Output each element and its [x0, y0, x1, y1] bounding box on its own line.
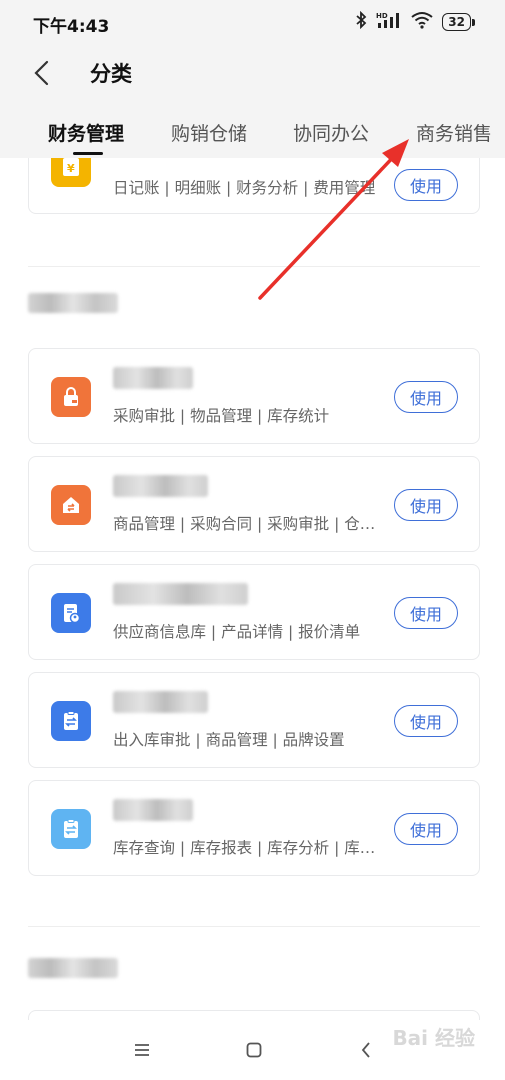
app-title	[113, 691, 208, 713]
app-list[interactable]: ¥ 日记账 | 明细账 | 财务分析 | 费用管理 使用 采购审批 | 物品管理…	[0, 158, 505, 1020]
app-title	[113, 583, 248, 605]
chevron-left-icon	[34, 60, 49, 86]
battery-indicator: 32	[442, 13, 475, 31]
tab-purchase-storage[interactable]: 购销仓储	[171, 119, 247, 146]
app-card[interactable]: 采购审批 | 物品管理 | 库存统计 使用	[28, 348, 480, 444]
app-card[interactable]: 库存查询 | 库存报表 | 库存分析 | 库存预警 使用	[28, 780, 480, 876]
app-card[interactable]: ¥ 日记账 | 明细账 | 财务分析 | 费用管理 使用	[28, 158, 480, 214]
header: 分类	[0, 46, 505, 102]
app-card[interactable]: 商品管理 | 采购合同 | 采购审批 | 仓库管理 使用	[28, 456, 480, 552]
app-description: 商品管理 | 采购合同 | 采购审批 | 仓库管理	[113, 515, 385, 533]
back-button[interactable]	[28, 58, 58, 88]
status-time: 下午4:43	[33, 17, 110, 37]
app-title	[113, 799, 193, 821]
svg-text:HD: HD	[376, 12, 388, 20]
tab-finance[interactable]: 财务管理	[48, 119, 124, 146]
status-bar: 下午4:43 HD 32	[0, 0, 505, 46]
section-title	[28, 958, 118, 978]
app-title	[113, 475, 208, 497]
app-title	[113, 367, 193, 389]
app-description: 日记账 | 明细账 | 财务分析 | 费用管理	[113, 179, 376, 197]
tab-active-indicator	[73, 152, 103, 155]
inout-icon	[51, 701, 91, 741]
purchase-icon	[51, 377, 91, 417]
app-card[interactable]: 出入库审批 | 商品管理 | 品牌设置 使用	[28, 672, 480, 768]
use-button[interactable]: 使用	[394, 705, 458, 737]
use-button[interactable]: 使用	[394, 597, 458, 629]
category-tabs: 财务管理 购销仓储 协同办公 商务销售	[0, 102, 505, 158]
page-title: 分类	[90, 62, 132, 86]
watermark: Bai 经验	[392, 1026, 475, 1050]
signal-icon: HD	[376, 11, 402, 33]
app-description: 出入库审批 | 商品管理 | 品牌设置	[113, 731, 345, 749]
section-divider	[28, 926, 480, 927]
home-icon[interactable]	[242, 1038, 266, 1062]
finance-icon: ¥	[51, 158, 91, 187]
warehouse-icon	[51, 485, 91, 525]
tab-collaboration[interactable]: 协同办公	[293, 119, 369, 146]
supplier-icon	[51, 593, 91, 633]
bluetooth-icon	[355, 10, 367, 33]
menu-icon[interactable]	[130, 1038, 154, 1062]
wifi-icon	[411, 11, 433, 33]
use-button[interactable]: 使用	[394, 381, 458, 413]
tab-business-sales[interactable]: 商务销售	[416, 119, 492, 146]
status-icons: HD 32	[355, 10, 475, 33]
app-card[interactable]: 供应商信息库 | 产品详情 | 报价清单 使用	[28, 564, 480, 660]
app-description: 供应商信息库 | 产品详情 | 报价清单	[113, 623, 361, 641]
use-button[interactable]: 使用	[394, 169, 458, 201]
section-divider	[28, 266, 480, 267]
back-nav-icon[interactable]	[354, 1038, 378, 1062]
svg-text:¥: ¥	[67, 162, 75, 175]
app-description: 库存查询 | 库存报表 | 库存分析 | 库存预警	[113, 839, 385, 857]
app-description: 采购审批 | 物品管理 | 库存统计	[113, 407, 330, 425]
app-card[interactable]	[28, 1010, 480, 1020]
inventory-icon	[51, 809, 91, 849]
use-button[interactable]: 使用	[394, 813, 458, 845]
section-title	[28, 293, 118, 313]
use-button[interactable]: 使用	[394, 489, 458, 521]
